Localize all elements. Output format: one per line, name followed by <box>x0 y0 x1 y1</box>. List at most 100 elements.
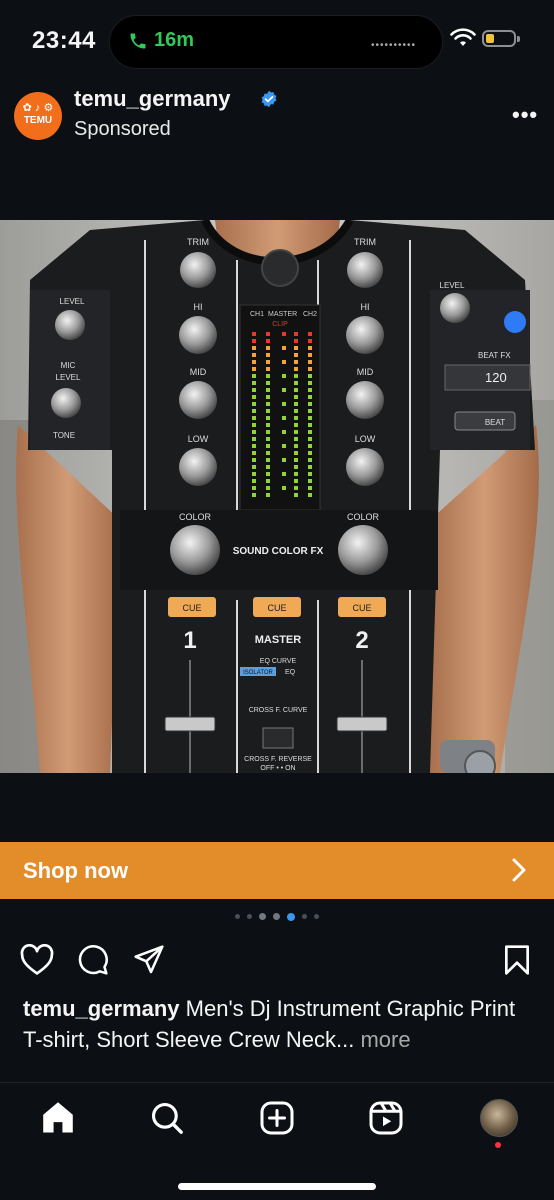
meter-led <box>282 458 286 462</box>
svg-text:CUE: CUE <box>182 603 201 613</box>
caption-username[interactable]: temu_germany <box>23 996 180 1021</box>
heart-icon[interactable] <box>20 944 54 976</box>
meter-led <box>252 444 256 448</box>
meter-led <box>252 346 256 350</box>
meter-led <box>252 437 256 441</box>
meter-led <box>266 346 270 350</box>
meter-led <box>266 451 270 455</box>
meter-led <box>308 346 312 350</box>
temu-logo-icon: ✿ ♪ ⚙ <box>22 102 54 114</box>
svg-text:LEVEL: LEVEL <box>440 281 465 290</box>
caption-more-link[interactable]: more <box>360 1027 410 1052</box>
post-username[interactable]: temu_germany <box>74 86 231 112</box>
meter-led <box>266 486 270 490</box>
meter-led <box>282 416 286 420</box>
phone-icon <box>130 33 146 48</box>
carousel-dot <box>247 914 252 919</box>
meter-led <box>308 416 312 420</box>
shop-now-label: Shop now <box>23 858 129 883</box>
reels-icon[interactable] <box>368 1100 404 1136</box>
post-image[interactable]: TRIM HI MID LOW TRIM HI MID LOW CH1 MAST… <box>0 220 554 773</box>
meter-led <box>294 360 298 364</box>
meter-led <box>308 388 312 392</box>
meter-led <box>252 465 256 469</box>
svg-text:EQ: EQ <box>285 669 296 676</box>
svg-text:HI: HI <box>361 302 370 312</box>
home-icon[interactable] <box>40 1100 76 1134</box>
meter-led <box>252 486 256 490</box>
meter-led <box>266 395 270 399</box>
meter-led <box>266 367 270 371</box>
meter-led <box>266 360 270 364</box>
meter-led <box>282 374 286 378</box>
meter-led <box>308 472 312 476</box>
chevron-right-icon <box>512 858 526 882</box>
sponsored-label: Sponsored <box>74 118 171 140</box>
share-icon[interactable] <box>133 944 165 976</box>
meter-led <box>308 451 312 455</box>
meter-led <box>294 444 298 448</box>
meter-led <box>252 339 256 343</box>
nav-divider <box>0 1082 554 1083</box>
meter-led <box>252 353 256 357</box>
meter-led <box>266 493 270 497</box>
meter-led <box>266 444 270 448</box>
shop-now-button[interactable]: Shop now <box>0 842 554 899</box>
comment-icon[interactable] <box>77 944 109 976</box>
svg-text:MID: MID <box>190 367 207 377</box>
svg-text:LOW: LOW <box>188 434 209 444</box>
signal-dots-icon: •••••••••• <box>370 40 416 51</box>
create-icon[interactable] <box>259 1100 295 1136</box>
meter-led <box>282 402 286 406</box>
svg-text:MASTER: MASTER <box>255 634 302 646</box>
svg-text:MASTER: MASTER <box>268 311 297 318</box>
meter-led <box>282 430 286 434</box>
meter-led <box>294 374 298 378</box>
meter-led <box>308 381 312 385</box>
meter-led <box>252 409 256 413</box>
meter-led <box>308 444 312 448</box>
meter-led <box>308 458 312 462</box>
svg-text:COLOR: COLOR <box>179 512 212 522</box>
meter-led <box>294 409 298 413</box>
meter-led <box>282 388 286 392</box>
meter-led <box>308 353 312 357</box>
more-options-icon[interactable]: ••• <box>512 102 538 128</box>
carousel-dot <box>259 913 266 920</box>
meter-led <box>282 472 286 476</box>
meter-led <box>294 451 298 455</box>
meter-led <box>266 430 270 434</box>
meter-led <box>266 409 270 413</box>
svg-text:LEVEL: LEVEL <box>60 297 85 306</box>
svg-text:MID: MID <box>357 367 374 377</box>
meter-led <box>294 346 298 350</box>
meter-led <box>252 374 256 378</box>
account-avatar[interactable]: ✿ ♪ ⚙ TEMU <box>14 92 62 140</box>
status-time: 23:44 <box>32 27 96 54</box>
meter-led <box>266 472 270 476</box>
meter-led <box>282 360 286 364</box>
bookmark-icon[interactable] <box>503 944 531 976</box>
meter-led <box>266 402 270 406</box>
meter-led <box>252 395 256 399</box>
meter-led <box>294 332 298 336</box>
call-indicator[interactable]: 16m <box>128 29 194 52</box>
meter-led <box>266 381 270 385</box>
search-icon[interactable] <box>150 1101 184 1135</box>
profile-avatar[interactable] <box>480 1099 518 1137</box>
meter-led <box>294 465 298 469</box>
meter-led <box>266 353 270 357</box>
svg-text:CH2: CH2 <box>303 311 317 318</box>
meter-led <box>266 479 270 483</box>
meter-led <box>266 374 270 378</box>
meter-led <box>294 339 298 343</box>
meter-led <box>308 339 312 343</box>
svg-text:HI: HI <box>194 302 203 312</box>
svg-text:BEAT FX: BEAT FX <box>478 351 511 360</box>
meter-led <box>266 388 270 392</box>
svg-text:SOUND COLOR FX: SOUND COLOR FX <box>233 546 324 557</box>
dynamic-island[interactable]: 16m •••••••••• <box>110 16 442 68</box>
svg-text:MIC: MIC <box>61 361 76 370</box>
meter-led <box>308 430 312 434</box>
meter-led <box>294 479 298 483</box>
